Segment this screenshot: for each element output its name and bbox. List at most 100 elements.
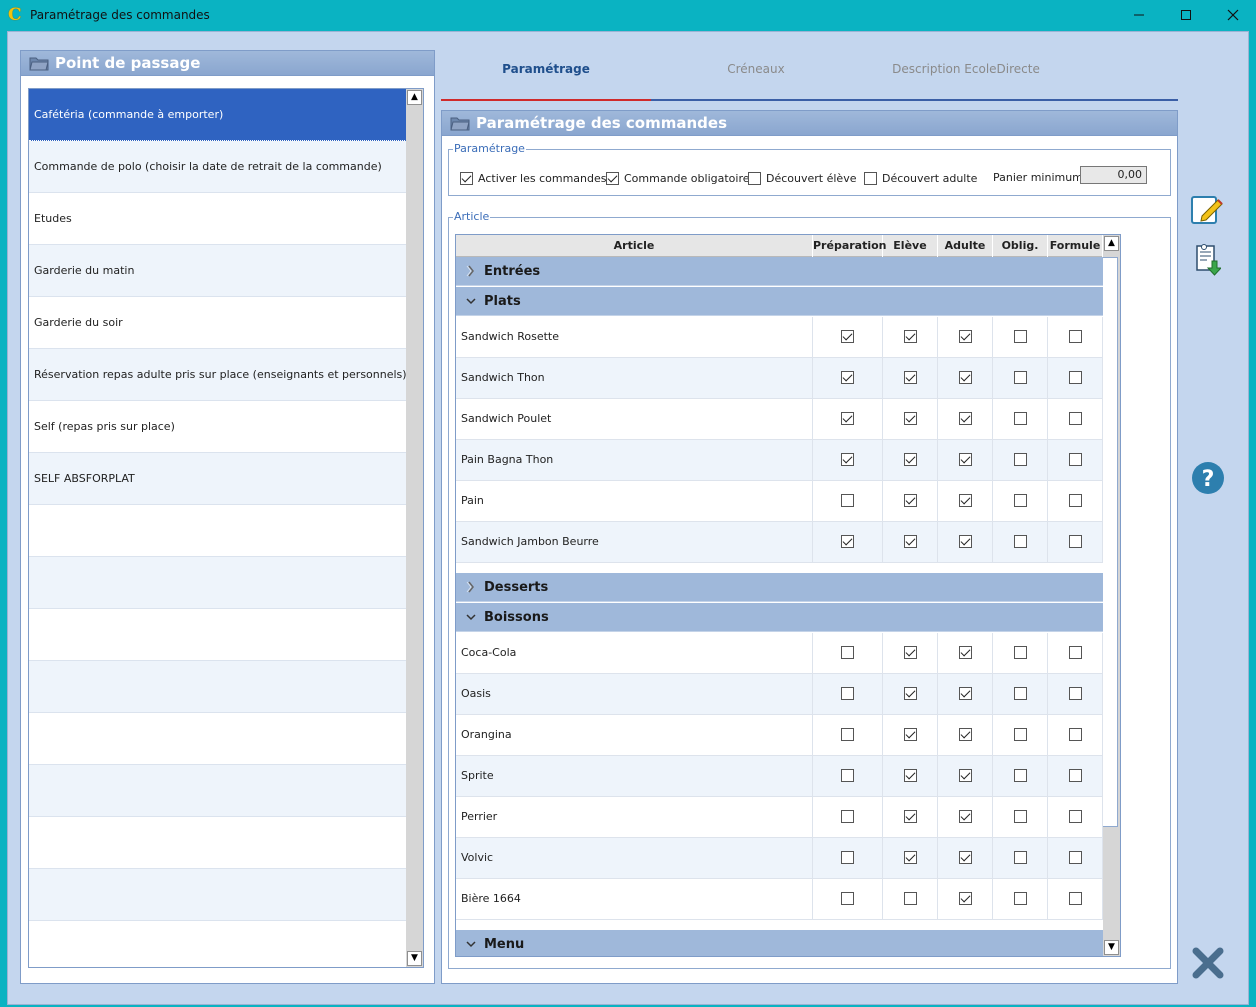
checkbox[interactable]	[1013, 493, 1027, 507]
checkbox[interactable]	[958, 534, 972, 548]
checkbox[interactable]	[841, 370, 854, 384]
checkbox[interactable]	[841, 411, 854, 425]
checkbox[interactable]	[903, 534, 917, 548]
group-row[interactable]: Entrées	[456, 257, 1103, 286]
checkbox[interactable]	[1068, 534, 1082, 548]
tab-description-ecoledirecte[interactable]: Description EcoleDirecte	[861, 62, 1071, 76]
list-scrollbar[interactable]: ▲ ▼	[406, 89, 423, 967]
chevron-right-icon[interactable]	[465, 257, 477, 286]
checkbox[interactable]	[841, 686, 854, 700]
article-row[interactable]: Sprite	[456, 756, 1103, 797]
chevron-down-icon[interactable]	[465, 930, 477, 957]
scroll-up-icon[interactable]: ▲	[407, 90, 422, 105]
checkbox[interactable]	[958, 493, 972, 507]
checkbox[interactable]	[1068, 329, 1082, 343]
checkbox[interactable]	[841, 850, 854, 864]
checkbox[interactable]	[1013, 370, 1027, 384]
checkbox[interactable]	[1013, 809, 1027, 823]
list-item[interactable]: Garderie du matin	[29, 245, 407, 297]
checkbox[interactable]	[606, 171, 619, 185]
article-row[interactable]: Coca-Cola	[456, 633, 1103, 674]
scroll-down-icon[interactable]: ▼	[407, 951, 422, 966]
checkbox[interactable]	[1013, 452, 1027, 466]
chevron-down-icon[interactable]	[465, 287, 477, 316]
group-row[interactable]: Menu	[456, 930, 1103, 957]
checkbox[interactable]	[841, 329, 854, 343]
group-row[interactable]: Boissons	[456, 603, 1103, 632]
checkbox[interactable]	[1013, 727, 1027, 741]
checkbox[interactable]	[841, 493, 854, 507]
checkbox[interactable]	[1068, 686, 1082, 700]
point-de-passage-list[interactable]: SELF ABSFORPLAT Self (repas pris sur plac…	[28, 88, 424, 968]
checkbox[interactable]	[903, 727, 917, 741]
checkbox[interactable]	[958, 645, 972, 659]
column-header[interactable]: Formule	[1048, 235, 1103, 257]
checkbox[interactable]	[841, 768, 854, 782]
checkbox[interactable]	[841, 645, 854, 659]
column-header[interactable]: Article	[456, 235, 813, 257]
article-row[interactable]: Sandwich Thon	[456, 358, 1103, 399]
list-item[interactable]: Cafétéria (commande à emporter)	[29, 89, 407, 141]
checkbox[interactable]	[748, 171, 761, 185]
checkbox[interactable]	[958, 411, 972, 425]
checkbox[interactable]	[903, 850, 917, 864]
checkbox[interactable]	[903, 452, 917, 466]
article-row[interactable]: Volvic	[456, 838, 1103, 879]
checkbox[interactable]	[958, 891, 972, 905]
checkbox[interactable]	[1013, 891, 1027, 905]
option-commande-obligatoire[interactable]: Commande obligatoire	[606, 171, 750, 185]
article-row[interactable]: Sandwich Rosette	[456, 317, 1103, 358]
checkbox[interactable]	[1013, 768, 1027, 782]
checkbox[interactable]	[841, 534, 854, 548]
option-activer-commandes[interactable]: Activer les commandes	[460, 171, 607, 185]
checkbox[interactable]	[460, 171, 473, 185]
list-item[interactable]: Self (repas pris sur place)	[29, 401, 407, 453]
maximize-button[interactable]	[1163, 0, 1209, 31]
checkbox[interactable]	[958, 452, 972, 466]
article-row[interactable]: Pain Bagna Thon	[456, 440, 1103, 481]
checkbox[interactable]	[1013, 686, 1027, 700]
checkbox[interactable]	[903, 645, 917, 659]
close-button[interactable]	[1210, 0, 1256, 31]
checkbox[interactable]	[958, 850, 972, 864]
scroll-up-icon[interactable]: ▲	[1104, 236, 1119, 251]
chevron-down-icon[interactable]	[465, 603, 477, 632]
tab-parametrage[interactable]: Paramétrage	[441, 62, 651, 76]
checkbox[interactable]	[1068, 370, 1082, 384]
checkbox[interactable]	[1068, 809, 1082, 823]
option-decouvert-eleve[interactable]: Découvert élève	[748, 171, 856, 185]
group-row[interactable]: Desserts	[456, 573, 1103, 602]
list-item[interactable]: Garderie du soir	[29, 297, 407, 349]
checkbox[interactable]	[1013, 534, 1027, 548]
option-decouvert-adulte[interactable]: Découvert adulte	[864, 171, 977, 185]
checkbox[interactable]	[864, 171, 877, 185]
checkbox[interactable]	[903, 891, 917, 905]
grid-scrollbar[interactable]: ▲ ▼	[1103, 235, 1120, 956]
group-row[interactable]: Plats	[456, 287, 1103, 316]
checkbox[interactable]	[1068, 850, 1082, 864]
list-item[interactable]: Commande de polo (choisir la date de ret…	[29, 141, 407, 193]
article-row[interactable]: Bière 1664	[456, 879, 1103, 920]
checkbox[interactable]	[958, 809, 972, 823]
checkbox[interactable]	[958, 768, 972, 782]
article-row[interactable]: Perrier	[456, 797, 1103, 838]
checkbox[interactable]	[1068, 411, 1082, 425]
checkbox[interactable]	[958, 370, 972, 384]
edit-icon[interactable]	[1190, 194, 1224, 226]
checkbox[interactable]	[958, 686, 972, 700]
checkbox[interactable]	[903, 768, 917, 782]
checkbox[interactable]	[958, 329, 972, 343]
checkbox[interactable]	[903, 493, 917, 507]
column-header[interactable]: Préparation	[813, 235, 887, 257]
list-item[interactable]: Réservation repas adulte pris sur place …	[29, 349, 407, 401]
checkbox[interactable]	[1068, 891, 1082, 905]
scroll-down-icon[interactable]: ▼	[1104, 940, 1119, 955]
checkbox[interactable]	[1013, 645, 1027, 659]
tab-creneaux[interactable]: Créneaux	[651, 62, 861, 76]
checkbox[interactable]	[841, 727, 854, 741]
close-x-icon[interactable]	[1191, 946, 1225, 980]
scroll-thumb[interactable]	[1103, 257, 1118, 827]
checkbox[interactable]	[1013, 850, 1027, 864]
column-header[interactable]: Elève	[883, 235, 938, 257]
checkbox[interactable]	[903, 370, 917, 384]
